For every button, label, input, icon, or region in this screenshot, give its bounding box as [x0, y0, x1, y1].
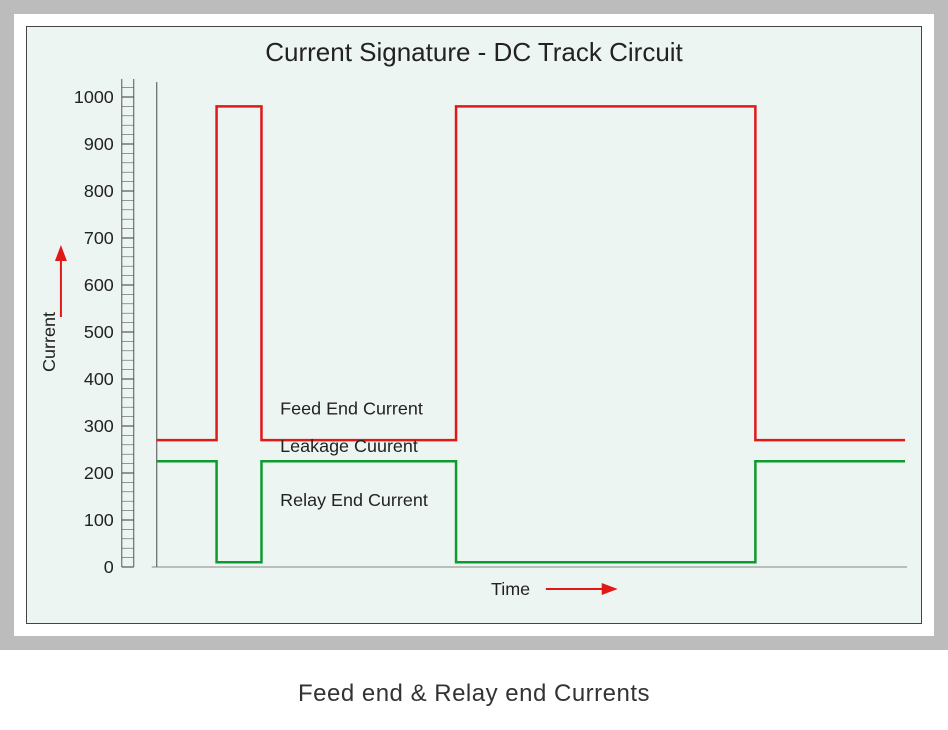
chart-svg: 0 100 200 300 400 500 600 700 800 900 1000 Feed End…: [27, 27, 921, 623]
x-axis-label: Time: [491, 579, 530, 599]
y-tick-label: 800: [84, 181, 114, 201]
annotation-label: Feed End Current: [280, 399, 423, 419]
y-tick-label: 300: [84, 416, 114, 436]
annotation-label: Relay End Current: [280, 490, 428, 510]
annotation-label: Leakage Cuurent: [280, 436, 418, 456]
y-tick-label: 700: [84, 228, 114, 248]
y-tick-label: 100: [84, 510, 114, 530]
y-tick-label: 200: [84, 463, 114, 483]
chart-outer-frame: Current Signature - DC Track Circuit 010…: [0, 0, 948, 650]
y-tick-label: 500: [84, 322, 114, 342]
y-tick-label: 400: [84, 369, 114, 389]
series-feed-end-current: [157, 106, 905, 440]
chart-plot-frame: Current Signature - DC Track Circuit 010…: [26, 26, 922, 624]
y-tick-label: 0: [104, 557, 114, 577]
y-tick-label: 900: [84, 134, 114, 154]
y-tick-label: 600: [84, 275, 114, 295]
y-tick-label: 1000: [74, 87, 114, 107]
figure-caption: Feed end & Relay end Currents: [0, 680, 948, 708]
series-relay-end-current: [157, 461, 905, 562]
y-axis-label: Current: [39, 312, 59, 372]
